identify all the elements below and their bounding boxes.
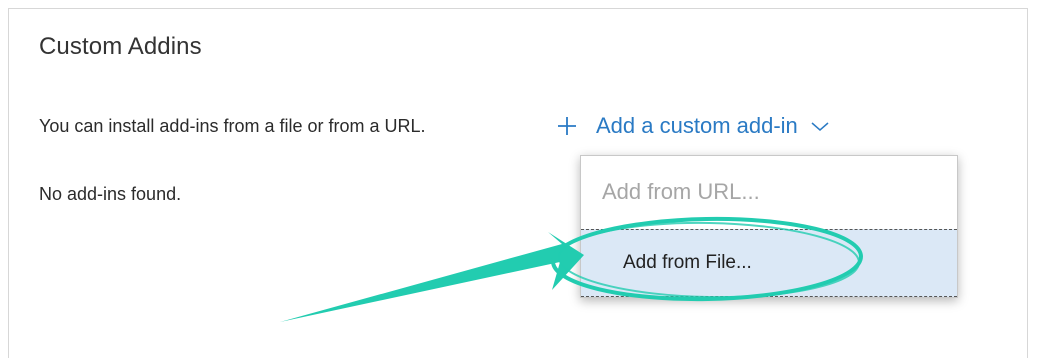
add-custom-addin-label: Add a custom add-in — [596, 113, 798, 138]
plus-icon — [556, 115, 578, 137]
description-text: You can install add-ins from a file or f… — [39, 116, 426, 136]
panel-title: Custom Addins — [39, 33, 202, 60]
add-custom-addin-button[interactable]: Add a custom add-in — [556, 108, 830, 144]
empty-message: No add-ins found. — [39, 184, 182, 204]
menu-item-add-from-url[interactable]: Add from URL... — [581, 156, 957, 228]
add-addin-dropdown-menu: Add from URL... Add from File... — [580, 155, 958, 298]
menu-item-add-from-file[interactable]: Add from File... — [581, 229, 957, 297]
chevron-down-icon — [810, 119, 830, 133]
